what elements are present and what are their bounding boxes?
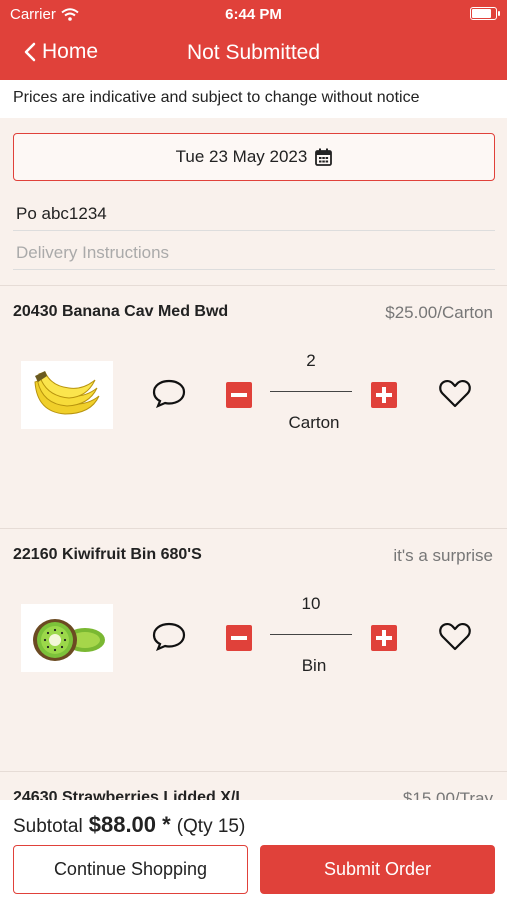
- increase-quantity-button[interactable]: [371, 382, 397, 408]
- product-item: 22160 Kiwifruit Bin 680'S it's a surpris…: [0, 529, 507, 772]
- heart-icon[interactable]: [438, 622, 472, 652]
- app-header: Carrier 6:44 PM Home Not Submitted: [0, 0, 507, 80]
- status-bar: Carrier 6:44 PM: [0, 0, 507, 28]
- comment-icon[interactable]: [152, 621, 186, 651]
- price-notice: Prices are indicative and subject to cha…: [0, 80, 507, 118]
- back-button[interactable]: Home: [24, 40, 98, 64]
- kiwifruit-image: [21, 604, 113, 672]
- back-label: Home: [42, 40, 99, 63]
- product-price: $15.00/Tray: [402, 789, 493, 800]
- battery-icon: [470, 7, 500, 20]
- product-price: it's a surprise: [393, 546, 493, 565]
- status-time: 6:44 PM: [225, 6, 282, 23]
- calendar-icon: [315, 148, 333, 166]
- continue-shopping-button[interactable]: Continue Shopping: [13, 845, 248, 894]
- product-name: 20430 Banana Cav Med Bwd: [13, 303, 229, 320]
- unit-label: Bin: [301, 656, 327, 675]
- subtotal-label: Subtotal: [13, 816, 83, 837]
- product-item: 20430 Banana Cav Med Bwd $25.00/Carton 2…: [0, 286, 507, 529]
- quantity-divider: [270, 634, 352, 635]
- increase-quantity-button[interactable]: [371, 625, 397, 651]
- product-list[interactable]: 20430 Banana Cav Med Bwd $25.00/Carton 2…: [0, 285, 507, 800]
- submit-order-button[interactable]: Submit Order: [260, 845, 495, 894]
- chevron-left-icon: [24, 42, 36, 62]
- decrease-quantity-button[interactable]: [226, 625, 252, 651]
- nav-bar: Home Not Submitted: [0, 36, 507, 72]
- delivery-date-label: Tue 23 May 2023: [175, 147, 308, 166]
- quantity-divider: [270, 391, 352, 392]
- po-number-input[interactable]: [13, 197, 495, 231]
- decrease-quantity-button[interactable]: [226, 382, 252, 408]
- quantity-value[interactable]: 2: [270, 351, 352, 371]
- quantity-value[interactable]: 10: [270, 594, 352, 614]
- order-footer: Subtotal $88.00 * (Qty 15) Continue Shop…: [0, 800, 507, 900]
- total-quantity: (Qty 15): [176, 816, 246, 837]
- product-price: $25.00/Carton: [385, 303, 493, 322]
- product-name: 22160 Kiwifruit Bin 680'S: [13, 546, 202, 563]
- heart-icon[interactable]: [438, 379, 472, 409]
- comment-icon[interactable]: [152, 378, 186, 408]
- delivery-instructions-input[interactable]: [13, 236, 495, 270]
- unit-label: Carton: [288, 413, 340, 432]
- subtotal-summary: Subtotal $88.00 * (Qty 15): [13, 812, 245, 838]
- subtotal-amount: $88.00 *: [88, 812, 171, 837]
- delivery-date-button[interactable]: Tue 23 May 2023: [13, 133, 495, 181]
- banana-image: [21, 361, 113, 429]
- product-item: 24630 Strawberries Lidded X/L $15.00/Tra…: [0, 772, 507, 800]
- product-name: 24630 Strawberries Lidded X/L: [13, 789, 246, 800]
